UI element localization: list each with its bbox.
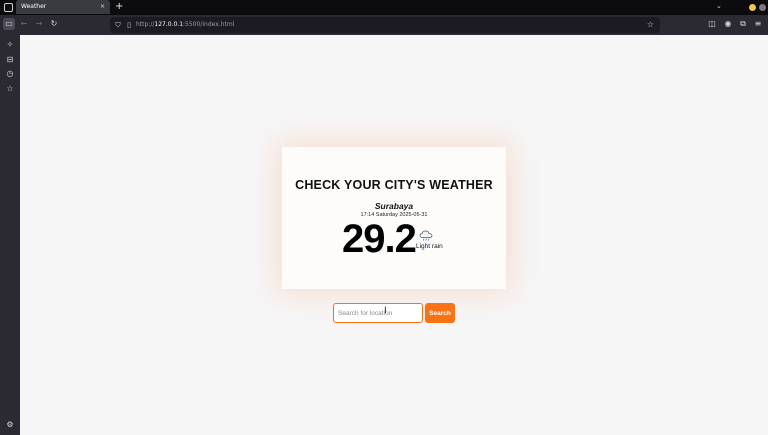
forward-icon[interactable]: →	[33, 18, 45, 30]
url-path: :5500/index.html	[183, 21, 235, 28]
page-icon[interactable]: ▯	[124, 19, 134, 31]
weather-condition: Light rain	[416, 243, 443, 250]
close-window-button[interactable]	[759, 4, 766, 11]
tab-close-icon[interactable]: ×	[100, 0, 105, 14]
minimize-window-button[interactable]	[749, 4, 756, 11]
search-input[interactable]	[333, 303, 423, 323]
extensions-icon[interactable]: ⧉	[737, 18, 749, 30]
tab-list-chevron-icon[interactable]: ⌄	[716, 2, 722, 10]
synced-tabs-icon[interactable]: ⊟	[4, 54, 16, 66]
page-viewport: CHECK YOUR CITY'S WEATHER Surabaya 17:14…	[20, 35, 768, 435]
bookmarks-icon[interactable]: ☆	[4, 83, 16, 95]
reload-icon[interactable]: ↻	[48, 18, 60, 30]
city-name: Surabaya	[374, 201, 414, 211]
ai-chat-icon[interactable]: ✧	[4, 39, 16, 51]
url-host: 127.0.0.1	[154, 21, 184, 28]
light-rain-icon	[419, 230, 433, 241]
page-title: CHECK YOUR CITY'S WEATHER	[295, 178, 493, 192]
shield-icon[interactable]: ⛉	[113, 19, 123, 31]
sidebar-toggle-icon[interactable]: ▭	[3, 18, 15, 30]
bookmark-star-icon[interactable]: ☆	[647, 17, 654, 33]
pocket-icon[interactable]: ◫	[706, 18, 718, 30]
url-prefix: http://	[136, 21, 155, 28]
tab-strip: Weather × + ⌄	[0, 0, 768, 15]
url-text[interactable]: http://127.0.0.1:5500/index.html	[136, 17, 234, 33]
address-bar[interactable]: ⛉ ▯ http://127.0.0.1:5500/index.html ☆	[110, 17, 660, 33]
back-icon[interactable]: ←	[18, 18, 30, 30]
firefox-view-icon[interactable]	[4, 3, 13, 12]
navigation-toolbar: ▭ ← → ↻ ⛉ ▯ http://127.0.0.1:5500/index.…	[0, 15, 768, 35]
tab-title: Weather	[21, 3, 47, 10]
browser-sidebar: ✧ ⊟ ◷ ☆ ⚙	[0, 35, 20, 435]
tab-weather[interactable]: Weather ×	[16, 0, 110, 14]
weather-card: CHECK YOUR CITY'S WEATHER Surabaya 17:14…	[282, 147, 506, 289]
menu-icon[interactable]: ≡	[752, 18, 764, 30]
text-cursor-icon: I	[384, 306, 387, 316]
settings-icon[interactable]: ⚙	[4, 419, 16, 431]
account-icon[interactable]: ◉	[722, 18, 734, 30]
history-icon[interactable]: ◷	[4, 68, 16, 80]
new-tab-button[interactable]: +	[115, 0, 123, 14]
temperature-value: 29.2	[342, 217, 417, 261]
search-button[interactable]: Search	[425, 303, 455, 323]
